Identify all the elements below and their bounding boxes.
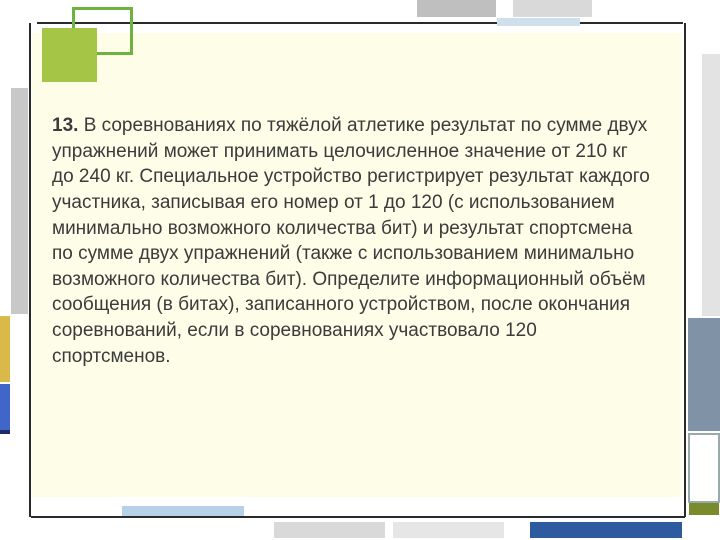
- content-card: 13. В соревнованиях по тяжёлой атлетике …: [32, 33, 682, 497]
- deco-left-grey: [11, 88, 28, 314]
- deco-right-olive: [689, 503, 719, 515]
- deco-bottom-grey-2: [393, 522, 504, 538]
- frame-top-line: [37, 22, 683, 24]
- frame-right-line: [684, 23, 686, 517]
- problem-number: 13.: [52, 115, 78, 136]
- frame-bottom-line: [31, 516, 685, 518]
- deco-bottom-cyan: [122, 506, 244, 516]
- deco-top-grey-2: [513, 0, 592, 17]
- problem-paragraph: 13. В соревнованиях по тяжёлой атлетике …: [52, 113, 652, 369]
- frame-left-line: [29, 23, 31, 517]
- deco-top-grey-1: [417, 0, 496, 17]
- deco-right-steel: [688, 318, 720, 431]
- deco-right-grey: [702, 54, 720, 316]
- problem-text: В соревнованиях по тяжёлой атлетике резу…: [52, 115, 650, 367]
- deco-left-mustard: [0, 316, 10, 382]
- deco-top-ltblue: [497, 18, 580, 26]
- deco-bottom-grey-1: [274, 522, 385, 538]
- deco-olive-square: [42, 28, 97, 82]
- deco-left-blue: [0, 384, 10, 434]
- slide-canvas: 13. В соревнованиях по тяжёлой атлетике …: [0, 0, 720, 540]
- deco-bottom-dkblue: [530, 522, 682, 538]
- deco-right-white: [688, 433, 720, 503]
